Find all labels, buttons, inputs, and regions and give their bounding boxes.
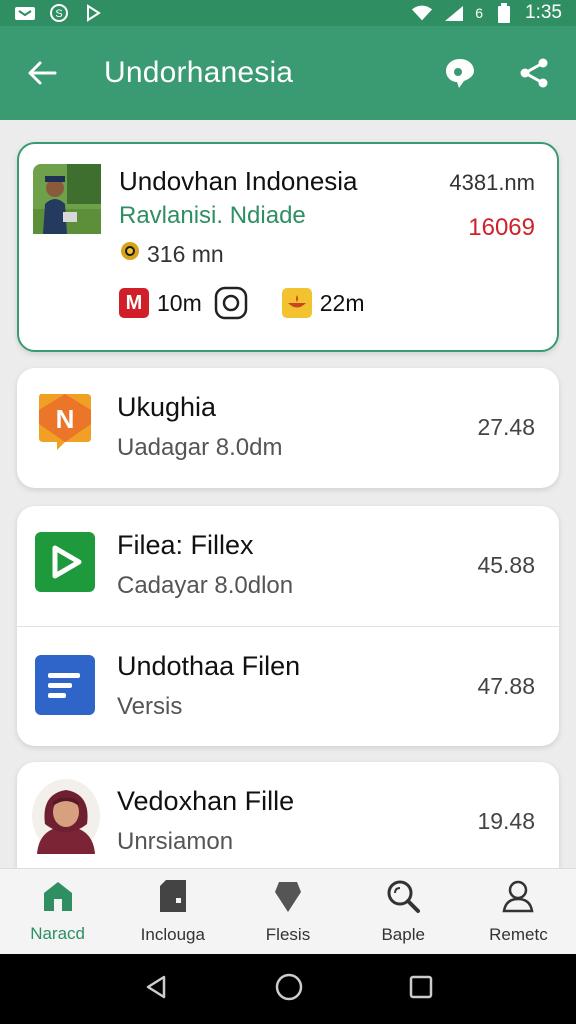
item-value: 27.48 [477,414,535,440]
featured-meta: 316 mn [119,240,224,268]
app-n-icon: N [35,390,95,450]
item-title: Ukughia [117,392,217,422]
status-bar: S 6 1:35 [0,0,576,26]
item-value: 47.88 [477,673,535,699]
app-bar: Undorhanesia [0,26,576,120]
featured-meta-text: 316 mn [147,240,224,267]
nav-item-search[interactable]: Baple [346,869,461,954]
notification-icon [14,4,36,22]
item-subtitle: Unrsiamon [117,828,234,855]
featured-subtitle: Ravlanisi. Ndiade [119,202,306,229]
home-icon [41,879,75,918]
item-value: 19.48 [477,808,535,834]
list-card: Vedoxhan Fille Unrsiamon 19.48 [17,762,559,868]
featured-time: 4381.nm [449,170,535,195]
m-badge-icon: M [119,288,149,318]
document-icon [35,655,95,715]
medal-icon [119,240,141,268]
battery-icon [493,3,515,23]
signal-icon [443,4,465,22]
item-title: Undothaa Filen [117,651,301,681]
share-icon[interactable] [514,53,554,93]
chat-bubble-icon[interactable] [440,53,480,93]
svg-text:N: N [56,404,75,434]
nav-item-home[interactable]: Naracd [0,869,115,954]
nav-label: Baple [381,925,425,944]
featured-title: Undovhan Indonesia [119,166,358,196]
featured-avatar [33,164,101,234]
nav-item-files[interactable]: Flesis [230,869,345,954]
nav-label: Naracd [30,924,85,943]
sync-icon: S [48,4,70,22]
featured-badges: M 10m 22m [119,286,365,320]
svg-text:S: S [55,8,62,20]
home-circle-icon[interactable] [274,972,304,1007]
settings-ring-icon [214,286,248,320]
badge2-text: 22m [319,289,365,316]
lamp-badge-icon [281,288,312,318]
list-card: N Ukughia Uadagar 8.0dm 27.48 [17,368,559,488]
item-subtitle: Versis [117,693,183,720]
item-value: 45.88 [477,552,535,578]
play-icon [82,4,104,22]
nav-label: Inclouga [140,925,205,944]
list-item[interactable]: N Ukughia Uadagar 8.0dm 27.48 [17,368,559,488]
list-item[interactable]: Filea: Fillex Cadayar 8.0dlon 45.88 [17,506,559,626]
content-list: Undovhan Indonesia Ravlanisi. Ndiade 316… [0,120,576,868]
nav-label: Remetc [489,925,548,944]
badge1-text: 10m [157,289,202,316]
item-subtitle: Uadagar 8.0dm [117,434,283,461]
nav-item-storage[interactable]: Inclouga [115,869,230,954]
bottom-nav: Naracd Inclouga Flesis Baple Remetc [0,868,576,954]
nav-item-profile[interactable]: Remetc [461,869,576,954]
back-arrow-icon[interactable] [22,53,62,93]
search-icon [385,878,421,919]
list-item[interactable]: Undothaa Filen Versis 47.88 [17,626,559,746]
clock: 1:35 [525,2,562,23]
wifi-icon [411,4,433,22]
featured-count: 16069 [468,214,535,241]
recents-square-icon[interactable] [408,974,434,1005]
shield-icon [272,878,304,919]
item-title: Vedoxhan Fille [117,786,295,816]
item-title: Filea: Fillex [117,530,254,560]
back-triangle-icon[interactable] [142,973,170,1006]
avatar [31,778,101,854]
item-subtitle: Cadayar 8.0dlon [117,572,294,599]
system-nav-bar [0,954,576,1024]
featured-card[interactable]: Undovhan Indonesia Ravlanisi. Ndiade 316… [17,142,559,352]
sd-card-icon [156,878,190,919]
play-store-icon [35,532,95,592]
network-type: 6 [475,5,484,21]
list-card: Filea: Fillex Cadayar 8.0dlon 45.88 Undo… [17,506,559,746]
list-item[interactable]: Vedoxhan Fille Unrsiamon 19.48 [17,762,559,868]
person-icon [500,878,536,919]
page-title: Undorhanesia [104,56,294,89]
nav-label: Flesis [265,925,311,944]
